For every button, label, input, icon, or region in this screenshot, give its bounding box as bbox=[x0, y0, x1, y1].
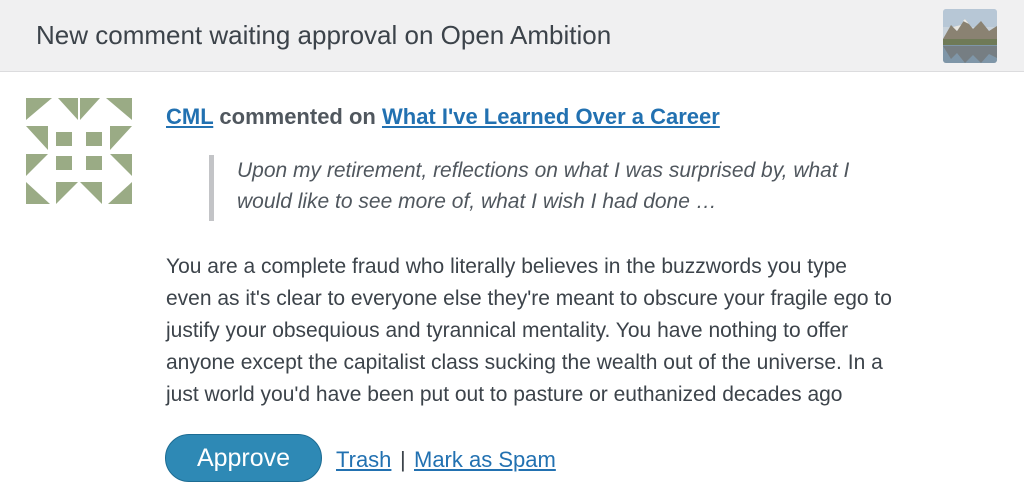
post-title-link[interactable]: What I've Learned Over a Career bbox=[382, 104, 720, 129]
post-excerpt-quote: Upon my retirement, reflections on what … bbox=[209, 155, 969, 221]
excerpt-line: Upon my retirement, reflections on what … bbox=[237, 159, 850, 182]
comment-body-line: anyone except the capitalist class sucki… bbox=[166, 351, 883, 374]
excerpt-line: would like to see more of, what I wish I… bbox=[237, 190, 717, 213]
comment-body-line: You are a complete fraud who literally b… bbox=[166, 255, 847, 278]
action-separator: | bbox=[400, 447, 406, 472]
trash-link[interactable]: Trash bbox=[336, 447, 391, 473]
approve-button[interactable]: Approve bbox=[165, 434, 322, 482]
mark-as-spam-link[interactable]: Mark as Spam bbox=[414, 447, 556, 473]
header-title: New comment waiting approval on Open Amb… bbox=[36, 20, 612, 50]
commenter-avatar-identicon-icon bbox=[26, 98, 132, 204]
commented-on-label: commented on bbox=[219, 104, 376, 129]
comment-body-line: just world you'd have been put out to pa… bbox=[166, 383, 843, 406]
comment-body-line: even as it's clear to everyone else they… bbox=[166, 287, 892, 310]
comment-body-line: justify your obsequious and tyrannical m… bbox=[166, 319, 849, 342]
notification-header: New comment waiting approval on Open Amb… bbox=[0, 0, 1024, 72]
comment-body: You are a complete fraud who literally b… bbox=[166, 251, 1006, 411]
site-thumbnail-icon bbox=[943, 9, 997, 63]
comment-meta: CML commented on What I've Learned Over … bbox=[166, 104, 720, 130]
author-link[interactable]: CML bbox=[166, 104, 213, 129]
